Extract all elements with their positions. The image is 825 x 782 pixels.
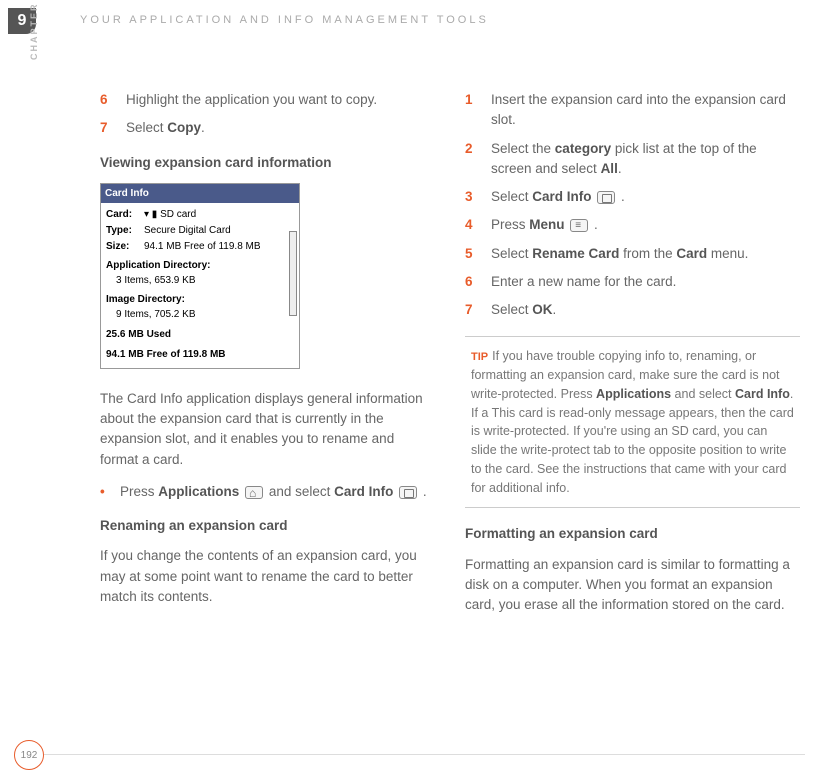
tip-box: TIPIf you have trouble copying info to, … [465, 336, 800, 508]
bold-text: Card Info [532, 189, 591, 204]
section-heading-formatting: Formatting an expansion card [465, 524, 800, 544]
text: . If a This card is read-only message ap… [471, 387, 794, 495]
step-6r: 6 Enter a new name for the card. [465, 272, 800, 292]
step-4: 4 Press Menu . [465, 215, 800, 235]
step-number: 5 [465, 244, 491, 264]
ss-value: 9 Items, 705.2 KB [106, 307, 294, 322]
bullet-item: • Press Applications and select Card Inf… [100, 482, 435, 502]
applications-icon [245, 486, 263, 499]
header-title: YOUR APPLICATION AND INFO MANAGEMENT TOO… [80, 14, 489, 26]
left-column: 6 Highlight the application you want to … [100, 90, 435, 627]
step-5: 5 Select Rename Card from the Card menu. [465, 244, 800, 264]
tip-label: TIP [471, 351, 488, 363]
ss-value: Secure Digital Card [144, 225, 231, 236]
bold-text: Card Info [334, 484, 393, 499]
bullet-text: Press Applications and select Card Info … [120, 482, 427, 502]
ss-label: Type: [106, 223, 144, 238]
card-info-icon [597, 191, 615, 204]
step-number: 7 [100, 118, 126, 138]
text: Select [491, 189, 532, 204]
step-number: 2 [465, 139, 491, 180]
step-text: Press Menu . [491, 215, 800, 235]
bold-text: OK [532, 302, 552, 317]
bold-text: Applications [596, 387, 671, 401]
paragraph: The Card Info application displays gener… [100, 389, 435, 470]
bold-text: Card [676, 246, 707, 261]
text: . [419, 484, 427, 499]
step-number: 1 [465, 90, 491, 131]
section-heading-renaming: Renaming an expansion card [100, 516, 435, 536]
page-number: 192 [14, 740, 44, 770]
bold-text: category [555, 141, 611, 156]
text: Press [120, 484, 158, 499]
step-text: Enter a new name for the card. [491, 272, 800, 292]
ss-value: ▾ ▮ SD card [144, 209, 196, 220]
menu-icon [570, 219, 588, 232]
right-column: 1 Insert the expansion card into the exp… [465, 90, 800, 627]
text: Select [491, 246, 532, 261]
step-text: Select Copy. [126, 118, 435, 138]
step-number: 6 [100, 90, 126, 110]
bold-text: All [601, 161, 618, 176]
step-3: 3 Select Card Info . [465, 187, 800, 207]
text: . [201, 120, 205, 135]
bold-text: Applications [158, 484, 239, 499]
screenshot-titlebar: Card Info [101, 184, 299, 203]
step-7r: 7 Select OK. [465, 300, 800, 320]
step-number: 7 [465, 300, 491, 320]
footer-divider [44, 754, 805, 755]
step-text: Select Card Info . [491, 187, 800, 207]
bold-text: Copy [167, 120, 201, 135]
text: and select [269, 484, 334, 499]
ss-label: Card: [106, 207, 144, 222]
ss-footer: 25.6 MB Used [106, 327, 294, 342]
ss-footer: 94.1 MB Free of 119.8 MB [106, 347, 294, 362]
text: Select [126, 120, 167, 135]
step-text: Insert the expansion card into the expan… [491, 90, 800, 131]
ss-value: 94.1 MB Free of 119.8 MB [144, 241, 261, 252]
step-text: Select Rename Card from the Card menu. [491, 244, 800, 264]
scrollbar-icon [289, 231, 297, 316]
step-2: 2 Select the category pick list at the t… [465, 139, 800, 180]
step-6: 6 Highlight the application you want to … [100, 90, 435, 110]
text: . [618, 161, 622, 176]
step-number: 6 [465, 272, 491, 292]
chapter-vertical-label: CHAPTER [29, 2, 39, 60]
step-text: Highlight the application you want to co… [126, 90, 435, 110]
bold-text: Rename Card [532, 246, 619, 261]
text: . [553, 302, 557, 317]
ss-section: Image Directory: [106, 292, 294, 307]
text: Select [491, 302, 532, 317]
step-text: Select the category pick list at the top… [491, 139, 800, 180]
bold-text: Menu [529, 217, 564, 232]
text: . [617, 189, 625, 204]
text: and select [671, 387, 735, 401]
text: . [590, 217, 598, 232]
main-content: 6 Highlight the application you want to … [100, 90, 800, 627]
step-7: 7 Select Copy. [100, 118, 435, 138]
bold-text: Card Info [735, 387, 790, 401]
step-1: 1 Insert the expansion card into the exp… [465, 90, 800, 131]
ss-section: Application Directory: [106, 258, 294, 273]
text: from the [619, 246, 676, 261]
ss-label: Size: [106, 239, 144, 254]
step-number: 3 [465, 187, 491, 207]
paragraph: If you change the contents of an expansi… [100, 546, 435, 607]
card-info-icon [399, 486, 417, 499]
section-heading-viewing: Viewing expansion card information [100, 153, 435, 173]
step-text: Select OK. [491, 300, 800, 320]
text: Press [491, 217, 529, 232]
screenshot-body: Card:▾ ▮ SD card Type:Secure Digital Car… [101, 203, 299, 368]
ss-value: 3 Items, 653.9 KB [106, 273, 294, 288]
card-info-screenshot: Card Info Card:▾ ▮ SD card Type:Secure D… [100, 183, 300, 369]
bullet-dot-icon: • [100, 482, 120, 502]
text: Select the [491, 141, 555, 156]
step-number: 4 [465, 215, 491, 235]
text: menu. [707, 246, 748, 261]
paragraph: Formatting an expansion card is similar … [465, 555, 800, 616]
